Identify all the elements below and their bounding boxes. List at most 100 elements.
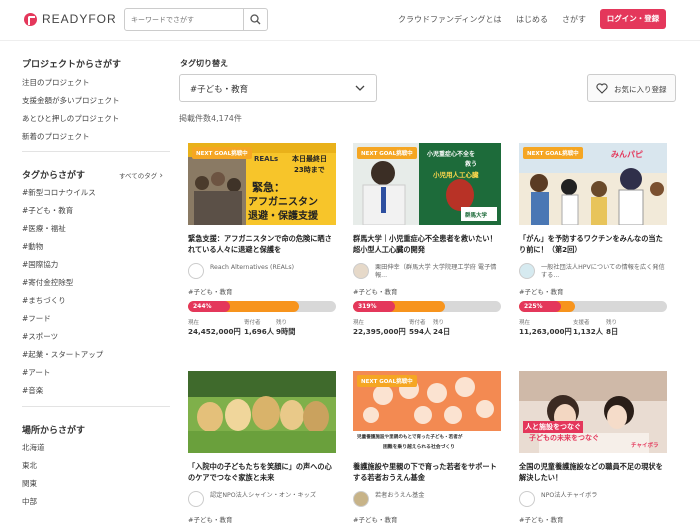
project-thumbnail[interactable]: NEXT GOAL挑戦中 REALs 本日最終日 23時まで 緊急： アフガニス… [188,143,336,225]
chevron-right-icon: › [159,171,163,181]
stat-label-current: 現在 [519,320,531,326]
thumb-text-heart-failure: 小児重症心不全を [427,151,476,158]
project-owner[interactable]: 一般社団法人HPVについての情報を広く発信する... [519,263,667,279]
project-owner[interactable]: 認定NPO法人シャイン・オン・キッズ [188,491,336,507]
project-card[interactable]: 人と施設をつなぐ 子どもの未来をつなぐ チャイボラ 全国の児童養護施設などの職員… [519,371,667,524]
project-tag[interactable]: #子ども・教育 [353,514,397,524]
funding-progress-bar: 319% [353,301,501,312]
search-box [124,8,268,31]
sidebar-item-featured[interactable]: 注目のプロジェクト [22,77,90,88]
chevron-down-icon [355,85,365,91]
amount-raised: 22,395,000円 [353,327,406,336]
project-title[interactable]: 養護施設や里親の下で育った若者をサポートする若者おうえん基金 [353,461,501,483]
project-title[interactable]: 群馬大学｜小児重症心不全患者を救いたい！超小型人工心臓の開発 [353,233,501,255]
nav-about[interactable]: クラウドファンディングとは [398,14,501,25]
funding-progress-bar: 225% [519,301,667,312]
heart-icon [596,83,608,94]
supporter-count: 1,132人 [573,327,603,336]
project-tag[interactable]: #子ども・教育 [519,286,563,296]
projects-heading: プロジェクトからさがす [22,60,122,70]
site-header: READYFOR クラウドファンディングとは はじめる さがす ログイン・登録 [0,0,700,40]
sidebar-tag-international[interactable]: #国際協力 [22,259,58,270]
readyfor-logo[interactable]: READYFOR [24,12,117,26]
time-remaining: 9時間 [276,327,296,336]
sidebar-item-new[interactable]: 新着のプロジェクト [22,131,90,142]
owner-name: NPO法人チャイボラ [541,492,598,499]
percent-badge: 225% [519,301,561,312]
sidebar-tag-sports[interactable]: #スポーツ [22,331,58,342]
time-remaining: 8日 [606,327,619,336]
project-card[interactable]: NEXT GOAL挑戦中 児童養護施設や里親のもとで育った子ども・若者が 困難を… [353,371,501,524]
project-card[interactable]: NEXT GOAL挑戦中 みんパピ 「がん」を予防するワクチンをみんなの当たり前… [519,143,667,343]
project-thumbnail[interactable]: 人と施設をつなぐ 子どもの未来をつなぐ チャイボラ [519,371,667,453]
listing-count: 掲載件数4,174件 [179,114,242,123]
project-title[interactable]: 「がん」を予防するワクチンをみんなの当たり前に！（第2回） [519,233,667,255]
project-tag[interactable]: #子ども・教育 [188,286,232,296]
favorite-button[interactable]: お気に入り登録 [587,74,676,102]
supporter-count: 1,696人 [244,327,274,336]
project-owner[interactable]: Reach Alternatives (REALs) [188,263,336,279]
sidebar-tag-medical[interactable]: #医療・福祉 [22,223,66,234]
owner-name: 若者おうえん基金 [375,492,425,499]
sidebar-divider [22,151,170,152]
sidebar-tag-children[interactable]: #子ども・教育 [22,205,73,216]
sidebar-tag-tax[interactable]: #寄付金控除型 [22,277,73,288]
sidebar-tag-food[interactable]: #フード [22,313,51,324]
sidebar-place-kanto[interactable]: 関東 [22,478,37,489]
percent-badge: 319% [353,301,395,312]
thumb-title: みんパピ [611,150,643,159]
sidebar-item-most-funded[interactable]: 支援金額が多いプロジェクト [22,95,120,106]
logo-text: READYFOR [42,12,117,26]
sidebar-tag-town[interactable]: #まちづくり [22,295,66,306]
nav-search[interactable]: さがす [562,14,586,25]
project-tag[interactable]: #子ども・教育 [519,514,563,524]
sidebar-place-chubu[interactable]: 中部 [22,496,37,507]
sidebar-tag-music[interactable]: #音楽 [22,385,43,396]
project-title[interactable]: 「入院中の子どもたちを笑顔に」の声への心のケアでつなぐ家族と未来 [188,461,336,483]
project-card[interactable]: 「入院中の子どもたちを笑顔に」の声への心のケアでつなぐ家族と未来 認定NPO法人… [188,371,336,524]
thumb-text-line2: 困難を乗り越えられる社会づくり [383,445,455,450]
all-tags-label: すべてのタグ [119,172,158,180]
amount-raised: 24,452,000円 [188,327,241,336]
sidebar-tag-covid[interactable]: #新型コロナウイルス [22,187,96,198]
next-goal-badge: NEXT GOAL挑戦中 [192,147,252,159]
stat-label-supporters: 寄付者 [409,320,426,326]
thumb-logo: チャイボラ [631,443,659,449]
search-button[interactable] [243,9,267,30]
project-title[interactable]: 緊急支援：アフガニスタンで命の危険に晒されている人々に退避と保護を [188,233,336,255]
project-thumbnail[interactable] [188,371,336,453]
project-card[interactable]: NEXT GOAL挑戦中 小児重症心不全を 救う 小児用人工心臓 群馬大学 群馬… [353,143,501,343]
project-owner[interactable]: NPO法人チャイボラ [519,491,667,507]
stat-label-supporters: 寄付者 [244,320,261,326]
project-tag[interactable]: #子ども・教育 [353,286,397,296]
project-thumbnail[interactable]: NEXT GOAL挑戦中 みんパピ [519,143,667,225]
tag-switch-label: タグ切り替え [180,59,228,68]
next-goal-badge: NEXT GOAL挑戦中 [523,147,583,159]
sidebar-item-almost[interactable]: あとひと押しのプロジェクト [22,113,119,124]
amount-raised: 11,263,000円 [519,327,572,336]
sidebar-place-tohoku[interactable]: 東北 [22,460,37,471]
project-card[interactable]: NEXT GOAL挑戦中 REALs 本日最終日 23時まで 緊急： アフガニス… [188,143,336,343]
sidebar-tag-art[interactable]: #アート [22,367,50,378]
project-tag[interactable]: #子ども・教育 [188,514,232,524]
project-thumbnail[interactable]: NEXT GOAL挑戦中 小児重症心不全を 救う 小児用人工心臓 群馬大学 [353,143,501,225]
project-owner[interactable]: 若者おうえん基金 [353,491,501,507]
sidebar-place-hokkaido[interactable]: 北海道 [22,442,45,453]
tag-select-value: #子ども・教育 [190,85,249,95]
next-goal-badge: NEXT GOAL挑戦中 [357,375,417,387]
nav-start[interactable]: はじめる [516,14,548,25]
sidebar-tag-startup[interactable]: #起業・スタートアップ [22,349,103,360]
thumb-text-support: 退避・保護支援 [248,211,318,222]
tag-select[interactable]: #子ども・教育 [179,74,377,102]
thumb-text-last-day: 本日最終日 [292,155,327,163]
search-input[interactable] [125,9,243,30]
stat-label-remaining: 残り [606,320,618,326]
owner-name: 一般社団法人HPVについての情報を広く発信する... [541,264,665,279]
stat-label-current: 現在 [188,320,200,326]
all-tags-link[interactable]: すべてのタグ › [119,170,163,181]
sidebar-tag-animals[interactable]: #動物 [22,241,43,252]
project-title[interactable]: 全国の児童養護施設などの職員不足の現状を解決したい！ [519,461,667,483]
project-owner[interactable]: 栗田伸幸（群馬大学 大学院理工学府 電子情報... [353,263,501,279]
login-button[interactable]: ログイン・登録 [600,9,666,29]
project-thumbnail[interactable]: NEXT GOAL挑戦中 児童養護施設や里親のもとで育った子ども・若者が 困難を… [353,371,501,453]
